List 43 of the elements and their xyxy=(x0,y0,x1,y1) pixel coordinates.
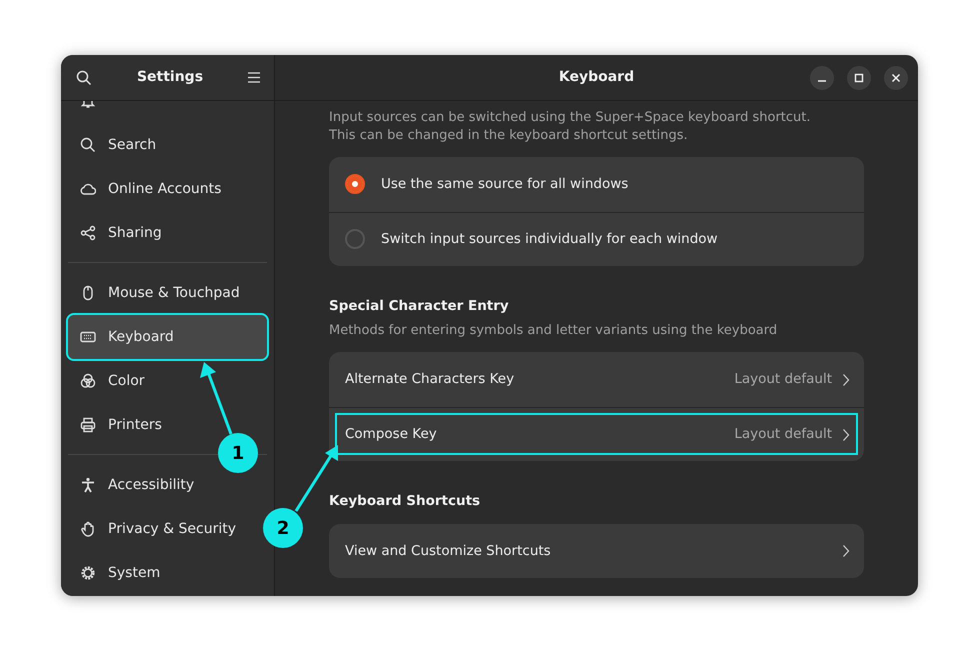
settings-row[interactable]: Compose Key Layout default xyxy=(329,406,864,462)
radio-option[interactable]: Use the same source for all windows xyxy=(329,157,864,212)
minimize-button[interactable] xyxy=(810,66,834,90)
description-text: This can be changed in the keyboard shortcut settings. xyxy=(329,127,689,145)
accessibility-icon xyxy=(80,477,96,493)
share-icon xyxy=(80,225,96,241)
gear-icon xyxy=(80,565,96,581)
close-icon xyxy=(891,73,901,83)
sidebar-item[interactable]: Sharing xyxy=(68,211,267,255)
radio-option[interactable]: Switch input sources individually for each window xyxy=(329,212,864,266)
close-button[interactable] xyxy=(884,66,908,90)
chevron-icon xyxy=(842,428,850,442)
sidebar-title: Settings xyxy=(136,68,204,87)
printer-icon xyxy=(80,417,96,433)
section-heading: Keyboard Shortcuts xyxy=(329,492,482,512)
sidebar-item[interactable]: Search xyxy=(68,123,267,167)
color-icon xyxy=(80,373,96,389)
sidebar-item[interactable]: Color xyxy=(68,359,267,403)
sidebar-item[interactable]: System xyxy=(68,551,267,595)
minimize-icon xyxy=(818,80,826,82)
row-value: Layout default xyxy=(734,425,832,444)
menu-icon[interactable] xyxy=(248,72,260,83)
radio-button[interactable] xyxy=(345,174,365,194)
hand-icon xyxy=(80,521,96,537)
sidebar-item[interactable]: Keyboard xyxy=(68,315,267,359)
window-title: Keyboard xyxy=(558,68,634,87)
description-text: Input sources can be switched using the Super+Space keyboard shortcut. xyxy=(329,109,812,127)
maximize-icon xyxy=(854,73,864,83)
keyboard-icon xyxy=(80,329,96,345)
chevron-icon xyxy=(842,372,850,386)
chevron-icon xyxy=(842,544,850,558)
search-icon xyxy=(80,137,96,153)
radio-button[interactable] xyxy=(345,229,365,250)
section-heading: Special Character Entry xyxy=(329,297,510,316)
row-value: Layout default xyxy=(734,370,832,390)
settings-row[interactable]: Alternate Characters Key Layout default xyxy=(329,352,864,407)
sidebar-item[interactable]: Online Accounts xyxy=(68,167,267,211)
cloud-icon xyxy=(80,181,96,197)
search-icon[interactable] xyxy=(76,70,92,86)
sidebar-item[interactable]: Mouse & Touchpad xyxy=(68,271,267,315)
maximize-button[interactable] xyxy=(847,66,871,90)
settings-row[interactable]: View and Customize Shortcuts xyxy=(329,524,864,578)
description-text: Methods for entering symbols and letter variants using the keyboard xyxy=(329,322,778,340)
